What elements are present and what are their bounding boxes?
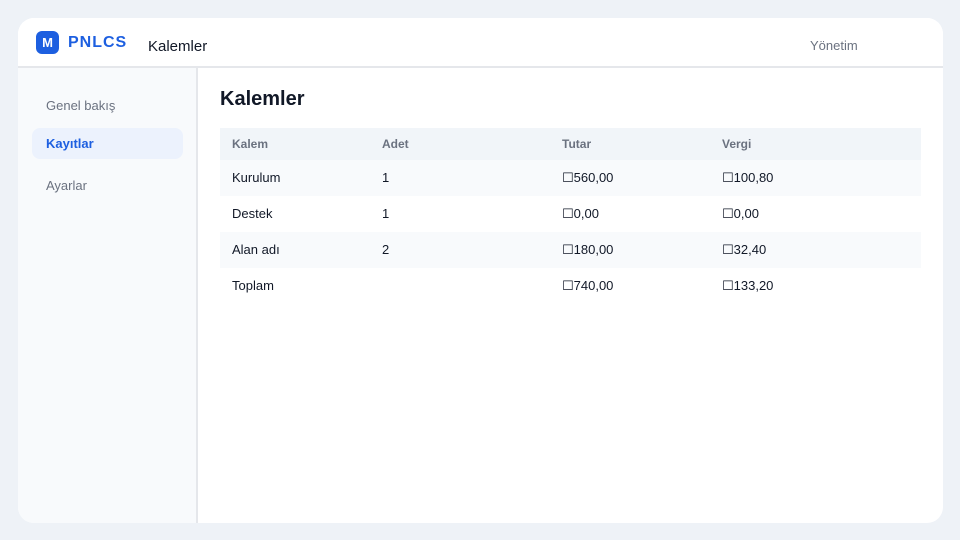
table-row-total[interactable]: Toplam ☐740,00 ☐133,20	[220, 268, 921, 304]
items-table: Kalem Adet Tutar Vergi Kurulum 1 ☐560,00…	[220, 128, 921, 304]
column-header-item[interactable]: Kalem	[232, 128, 268, 160]
table-row[interactable]: Alan adı 2 ☐180,00 ☐32,40	[220, 232, 921, 268]
page-title: Kalemler	[220, 88, 305, 110]
main-content: Kalemler Kalem Adet Tutar Vergi Kurulum …	[198, 68, 943, 523]
sidebar-item-settings[interactable]: Ayarlar	[32, 170, 183, 201]
cell-tax: ☐0,00	[722, 206, 759, 221]
cell-tax: ☐100,80	[722, 170, 774, 185]
table-row[interactable]: Destek 1 ☐0,00 ☐0,00	[220, 196, 921, 232]
cell-item: Alan adı	[232, 242, 280, 257]
cell-amount: ☐0,00	[562, 206, 599, 221]
cell-item: Kurulum	[232, 170, 281, 185]
table-row[interactable]: Kurulum 1 ☐560,00 ☐100,80	[220, 160, 921, 196]
sidebar: Genel bakış Kayıtlar Ayarlar	[18, 68, 198, 523]
sidebar-item-records[interactable]: Kayıtlar	[32, 128, 183, 159]
admin-menu-link[interactable]: Yönetim	[810, 38, 858, 53]
cell-quantity: 1	[382, 206, 390, 221]
cell-tax: ☐32,40	[722, 242, 767, 257]
cell-amount: ☐180,00	[562, 242, 614, 257]
sidebar-item-overview[interactable]: Genel bakış	[32, 90, 183, 121]
logo-icon: M	[36, 31, 59, 54]
table-header-row: Kalem Adet Tutar Vergi	[220, 128, 921, 160]
cell-tax: ☐133,20	[722, 278, 774, 293]
column-header-amount[interactable]: Tutar	[562, 128, 591, 160]
cell-item: Toplam	[232, 278, 274, 293]
brand-name: PNLCS	[68, 34, 128, 51]
cell-item: Destek	[232, 206, 273, 221]
cell-quantity: 1	[382, 170, 390, 185]
column-header-quantity[interactable]: Adet	[382, 128, 409, 160]
app-window: M PNLCS Kalemler Yönetim Genel bakış Kay…	[18, 18, 943, 523]
cell-amount: ☐560,00	[562, 170, 614, 185]
column-header-tax[interactable]: Vergi	[722, 128, 751, 160]
header-title: Kalemler	[148, 38, 208, 55]
top-bar: M PNLCS Kalemler Yönetim	[18, 18, 943, 68]
cell-amount: ☐740,00	[562, 278, 614, 293]
cell-quantity: 2	[382, 242, 390, 257]
